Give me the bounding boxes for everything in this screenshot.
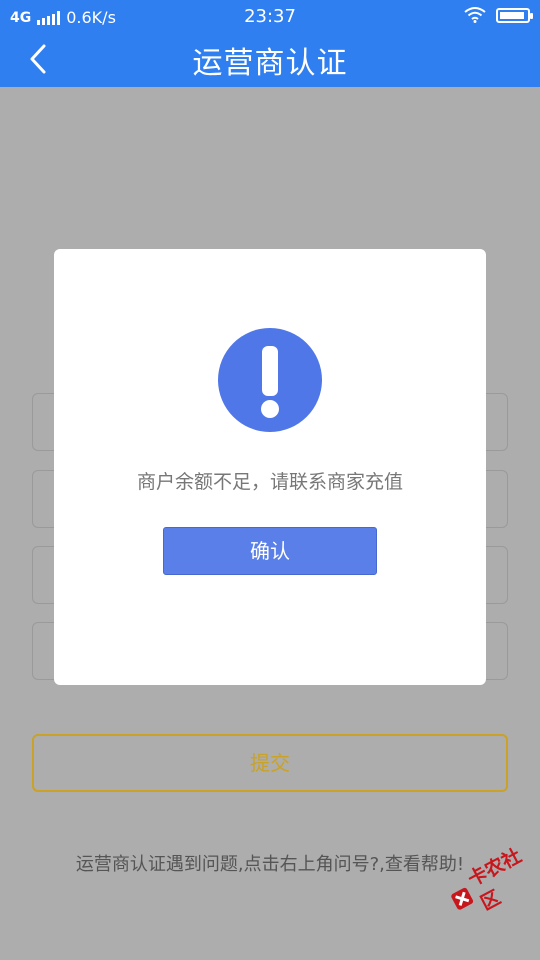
exclamation-circle-icon	[218, 328, 322, 432]
page-title: 运营商认证	[192, 46, 348, 81]
app-bar: 4G 0.6K/s 23:37 运营商认证	[0, 0, 540, 87]
dialog-message: 商户余额不足，请联系商家充值	[136, 471, 403, 493]
watermark: 卡农社区	[440, 833, 540, 928]
battery-icon	[496, 7, 533, 23]
submit-button: 提交	[32, 734, 508, 792]
alert-dialog: 商户余额不足，请联系商家充值 确认	[54, 249, 486, 685]
status-bar: 4G 0.6K/s 23:37	[0, 0, 540, 34]
status-right	[464, 7, 533, 23]
screen: 4G 0.6K/s 23:37 运营商认证 提交 运营商认证遇到问题,点击右上角…	[0, 0, 540, 960]
status-time: 23:37	[244, 6, 296, 27]
wifi-icon	[464, 7, 486, 23]
confirm-button[interactable]: 确认	[163, 527, 377, 575]
